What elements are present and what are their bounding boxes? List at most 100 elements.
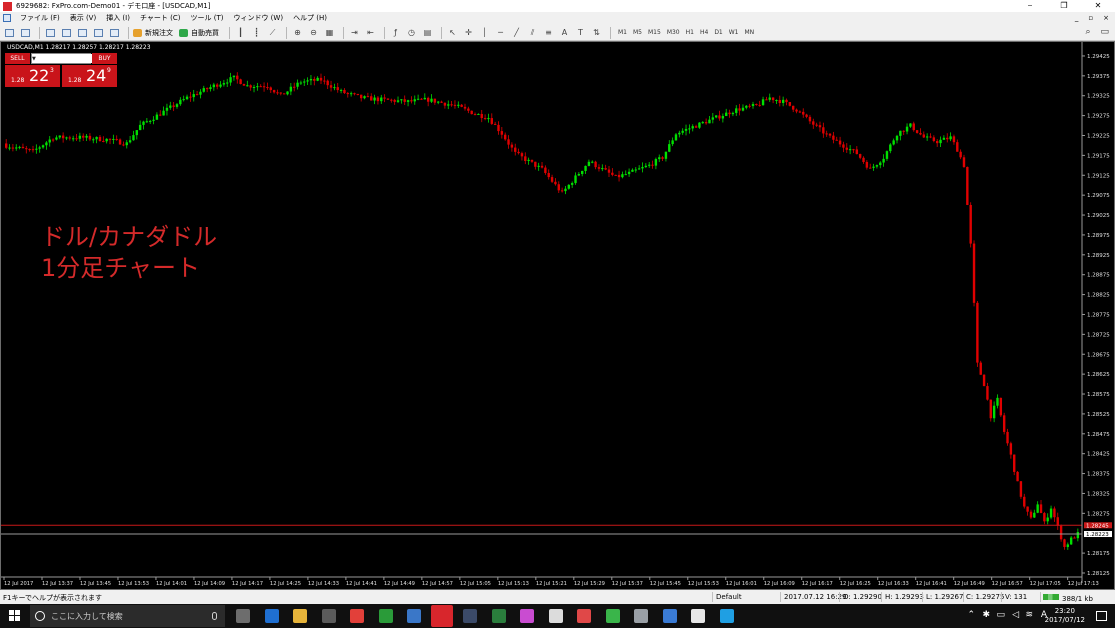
timeframe-m5[interactable]: M5 <box>630 29 645 36</box>
cursor-icon[interactable]: ↖ <box>446 27 459 39</box>
vertical-line-icon[interactable]: │ <box>478 27 491 39</box>
auto-trading-button[interactable]: 自動売買 <box>179 28 219 38</box>
taskbar-app-9-icon[interactable] <box>492 609 506 623</box>
candle-body <box>711 117 715 120</box>
windows-start-icon[interactable] <box>9 610 20 621</box>
candle-body <box>189 96 192 98</box>
taskbar-app-11-icon[interactable] <box>549 609 563 623</box>
buy-button[interactable]: BUY <box>92 53 117 64</box>
bid-price-box[interactable]: 1.28 22 3 <box>5 65 60 87</box>
candle-body <box>644 165 648 167</box>
search-icon[interactable]: ⌕ <box>1085 27 1090 37</box>
taskbar-app-14-icon[interactable] <box>634 609 648 623</box>
chart-shift-icon[interactable]: ⇥ <box>348 27 361 39</box>
candle-body <box>383 97 386 99</box>
chart-minimize-button[interactable]: _ <box>1075 14 1079 22</box>
price-tick-label: 1.28975 <box>1087 233 1110 239</box>
network-icon[interactable]: ▭ <box>996 610 1005 620</box>
timeframe-w1[interactable]: W1 <box>726 29 742 36</box>
menu-file[interactable]: ファイル (F) <box>15 13 65 23</box>
taskbar-app-17-icon[interactable] <box>720 609 734 623</box>
timeframe-mn[interactable]: MN <box>742 29 758 36</box>
notification-icon[interactable] <box>1096 611 1107 621</box>
timeframe-h1[interactable]: H1 <box>683 29 697 36</box>
new-order-button[interactable]: 新規注文 <box>133 28 173 38</box>
taskbar-app-0-icon[interactable] <box>236 609 250 623</box>
candle-body <box>457 104 460 106</box>
chat-icon[interactable]: ▭ <box>1100 27 1109 37</box>
taskbar-app-4-icon[interactable] <box>350 609 364 623</box>
profiles-icon[interactable] <box>19 27 32 39</box>
line-chart-icon[interactable]: ⟋ <box>266 27 279 39</box>
taskbar-app-12-icon[interactable] <box>577 609 591 623</box>
tray-chevron-icon[interactable]: ⌃ <box>967 610 975 620</box>
bar-chart-icon[interactable]: ┃ <box>234 27 247 39</box>
candle-body <box>1023 496 1026 507</box>
taskbar-app-2-icon[interactable] <box>293 609 307 623</box>
status-connection[interactable]: 388/1 kb <box>1043 593 1093 603</box>
taskbar-app-8-icon[interactable] <box>463 609 477 623</box>
taskbar-clock[interactable]: 23:20 2017/07/12 <box>1045 607 1085 625</box>
taskbar-app-5-icon[interactable] <box>379 609 393 623</box>
chart-window-icon[interactable] <box>3 14 11 22</box>
text-icon[interactable]: A <box>558 27 571 39</box>
timeframe-h4[interactable]: H4 <box>697 29 711 36</box>
candle-body <box>323 80 326 82</box>
arrows-icon[interactable]: ⇅ <box>590 27 603 39</box>
timeframe-d1[interactable]: D1 <box>711 29 725 36</box>
candlestick-icon[interactable]: ┋ <box>250 27 263 39</box>
new-chart-icon[interactable] <box>3 27 16 39</box>
time-tick-label: 12 Jul 15:53 <box>688 581 719 587</box>
taskbar-search[interactable]: ここに入力して検索 <box>30 605 225 627</box>
periods-icon[interactable]: ◷ <box>405 27 418 39</box>
terminal-icon[interactable] <box>92 27 105 39</box>
wifi-icon[interactable]: ≋ <box>1025 610 1033 620</box>
candle-body <box>681 130 684 133</box>
equidistant-channel-icon[interactable]: ⫽ <box>526 27 539 39</box>
menu-tools[interactable]: ツール (T) <box>185 13 228 23</box>
zoom-out-icon[interactable]: ⊖ <box>307 27 320 39</box>
tray-app-icon[interactable]: ✱ <box>982 610 990 620</box>
chart-restore-button[interactable]: ▫ <box>1088 14 1093 22</box>
market-watch-icon[interactable] <box>44 27 57 39</box>
chart-area[interactable]: 1.29425 1.29375 1.29325 1.29275 1.29225 1.291… <box>0 41 1115 590</box>
maximize-button[interactable]: ❐ <box>1047 0 1081 12</box>
taskbar-app-7-icon[interactable] <box>431 605 453 627</box>
taskbar-app-10-icon[interactable] <box>520 609 534 623</box>
trendline-icon[interactable]: ╱ <box>510 27 523 39</box>
horizontal-line-icon[interactable]: ─ <box>494 27 507 39</box>
taskbar-app-13-icon[interactable] <box>606 609 620 623</box>
menu-view[interactable]: 表示 (V) <box>65 13 101 23</box>
data-window-icon[interactable] <box>60 27 73 39</box>
timeframe-m30[interactable]: M30 <box>664 29 683 36</box>
menu-window[interactable]: ウィンドウ (W) <box>228 13 288 23</box>
menu-insert[interactable]: 挿入 (I) <box>101 13 135 23</box>
menu-chart[interactable]: チャート (C) <box>135 13 186 23</box>
taskbar-app-6-icon[interactable] <box>407 609 421 623</box>
timeframe-m15[interactable]: M15 <box>645 29 664 36</box>
text-label-icon[interactable]: T <box>574 27 587 39</box>
microphone-icon[interactable] <box>212 612 217 620</box>
taskbar-app-3-icon[interactable] <box>322 609 336 623</box>
fibonacci-icon[interactable]: ≡ <box>542 27 555 39</box>
minimize-button[interactable]: ⎯ <box>1013 0 1047 12</box>
candlestick-chart[interactable]: 1.29425 1.29375 1.29325 1.29275 1.29225 1.291… <box>1 42 1114 589</box>
indicators-icon[interactable]: ƒ <box>389 27 402 39</box>
taskbar-app-16-icon[interactable] <box>691 609 705 623</box>
ask-price-box[interactable]: 1.28 24 9 <box>62 65 117 87</box>
templates-icon[interactable]: ▤ <box>421 27 434 39</box>
zoom-in-icon[interactable]: ⊕ <box>291 27 304 39</box>
taskbar-app-15-icon[interactable] <box>663 609 677 623</box>
taskbar-app-1-icon[interactable] <box>265 609 279 623</box>
sell-button[interactable]: SELL <box>5 53 30 64</box>
close-button[interactable]: ✕ <box>1081 0 1115 12</box>
menu-help[interactable]: ヘルプ (H) <box>288 13 332 23</box>
tile-windows-icon[interactable]: ▦ <box>323 27 336 39</box>
crosshair-icon[interactable]: ✛ <box>462 27 475 39</box>
chart-close-button[interactable]: × <box>1103 14 1109 22</box>
volume-icon[interactable]: ◁ <box>1012 610 1019 620</box>
strategy-tester-icon[interactable] <box>108 27 121 39</box>
auto-scroll-icon[interactable]: ⇤ <box>364 27 377 39</box>
timeframe-m1[interactable]: M1 <box>615 29 630 36</box>
navigator-icon[interactable] <box>76 27 89 39</box>
